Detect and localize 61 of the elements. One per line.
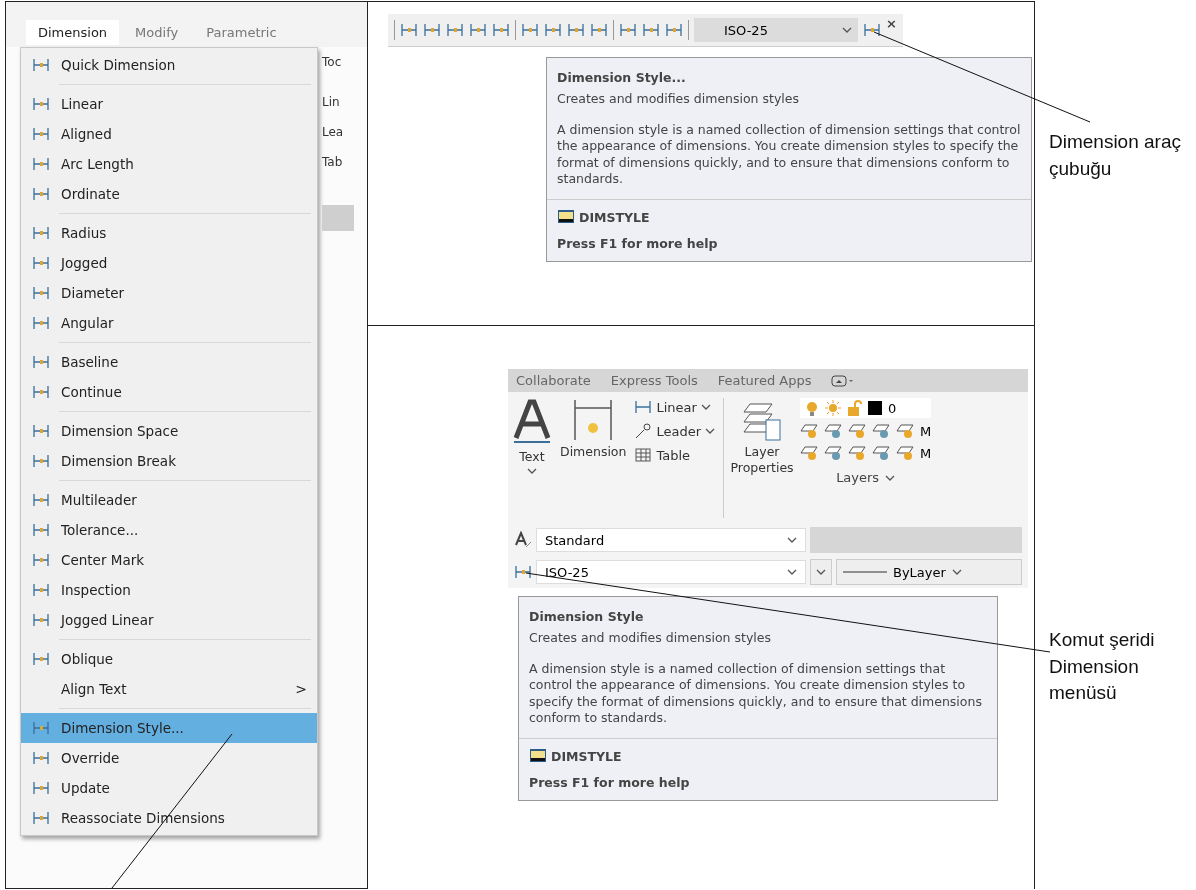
background-label: Tab (322, 154, 344, 171)
table-tool[interactable]: Table (634, 446, 716, 464)
tooltip-subtitle: Creates and modifies dimension styles (528, 629, 772, 647)
ribbon-tab[interactable]: Express Tools (610, 373, 698, 388)
menu-item[interactable]: Update (21, 773, 317, 803)
background-label: Lin (322, 94, 341, 111)
close-button[interactable]: × (886, 16, 897, 31)
menu-item[interactable]: Aligned (21, 119, 317, 149)
menu-item[interactable]: Override (21, 743, 317, 773)
tooltip-title: Dimension Style (528, 608, 645, 626)
tooltip-description: A dimension style is a named collection of dimension settings that control the appearance of dimensions. You create dimension styles to specify the format of dimensions quickly, and to ensure that dimensions conform to standards. (547, 122, 1031, 200)
menu-item[interactable]: Inspection (21, 575, 317, 605)
menu-item[interactable]: Tolerance... (21, 515, 317, 545)
text-tool[interactable]: Text (512, 398, 552, 518)
menu-item[interactable]: Quick Dimension (21, 50, 317, 80)
truncated-label: M (920, 423, 932, 439)
menu-item[interactable]: Continue (21, 377, 317, 407)
text-style-dropdown[interactable]: Standard (536, 528, 806, 552)
dimension-tool[interactable]: Dimension (560, 398, 627, 518)
annotation-label: Komut şeridi Dimension menüsü (1049, 628, 1156, 706)
layer-properties-tool[interactable]: Layer Properties (732, 398, 793, 518)
menu-bar-item[interactable]: Dimension (26, 20, 120, 45)
menu-item[interactable]: Dimension Space (21, 416, 317, 446)
help-hint: Press F1 for more help (528, 774, 691, 792)
menu-item[interactable]: Align Text > (21, 674, 317, 704)
menu-item[interactable]: Center Mark (21, 545, 317, 575)
menu-item[interactable]: Linear (21, 89, 317, 119)
menu-item[interactable]: Oblique (21, 644, 317, 674)
leader-tool[interactable]: Leader (634, 422, 716, 440)
tooltip-title: Dimension Style... (556, 69, 687, 87)
menu-item[interactable]: Diameter (21, 278, 317, 308)
menu-item[interactable]: Arc Length (21, 149, 317, 179)
menu-bar-item[interactable]: Modify (123, 20, 191, 45)
tooltip-description: A dimension style is a named collection of dimension settings that control the appearance of dimensions. You create dimension styles to specify the format of dimensions quickly, and to ensure that dimensions conform to standards. (519, 661, 997, 739)
dimension-style-dropdown[interactable]: ISO-25 (536, 560, 806, 584)
tooltip-subtitle: Creates and modifies dimension styles (556, 90, 800, 108)
ribbon-tab[interactable]: Collaborate (516, 373, 591, 388)
command-name: DIMSTYLE (579, 209, 650, 225)
background-label: Toc (322, 54, 343, 71)
menu-item[interactable]: Baseline (21, 347, 317, 377)
menu-bar-item[interactable]: Parametric (194, 20, 289, 45)
background-label: Lea (322, 124, 345, 141)
linear-tool[interactable]: Linear (634, 398, 716, 416)
menu-item[interactable]: Ordinate (21, 179, 317, 209)
truncated-label: M (920, 445, 932, 461)
menu-item[interactable]: Jogged Linear (21, 605, 317, 635)
menu-item[interactable]: Jogged (21, 248, 317, 278)
help-hint: Press F1 for more help (556, 235, 719, 253)
command-name: DIMSTYLE (551, 748, 622, 764)
panel-title[interactable]: Layers (836, 470, 896, 485)
submenu-arrow: > (295, 681, 307, 697)
layer-dropdown[interactable]: 0 (800, 398, 932, 418)
menu-item[interactable]: Multileader (21, 485, 317, 515)
menu-item[interactable]: Radius (21, 218, 317, 248)
style-dropdown[interactable]: ISO-25 (694, 18, 858, 42)
annotation-label: Dimension araç çubuğu (1049, 130, 1182, 181)
menu-item[interactable]: Angular (21, 308, 317, 338)
linetype-dropdown[interactable]: ByLayer (836, 559, 1022, 585)
ribbon-tab[interactable]: Featured Apps (717, 373, 812, 388)
menu-item[interactable]: Dimension Style... (21, 713, 317, 743)
menu-item[interactable]: Dimension Break (21, 446, 317, 476)
